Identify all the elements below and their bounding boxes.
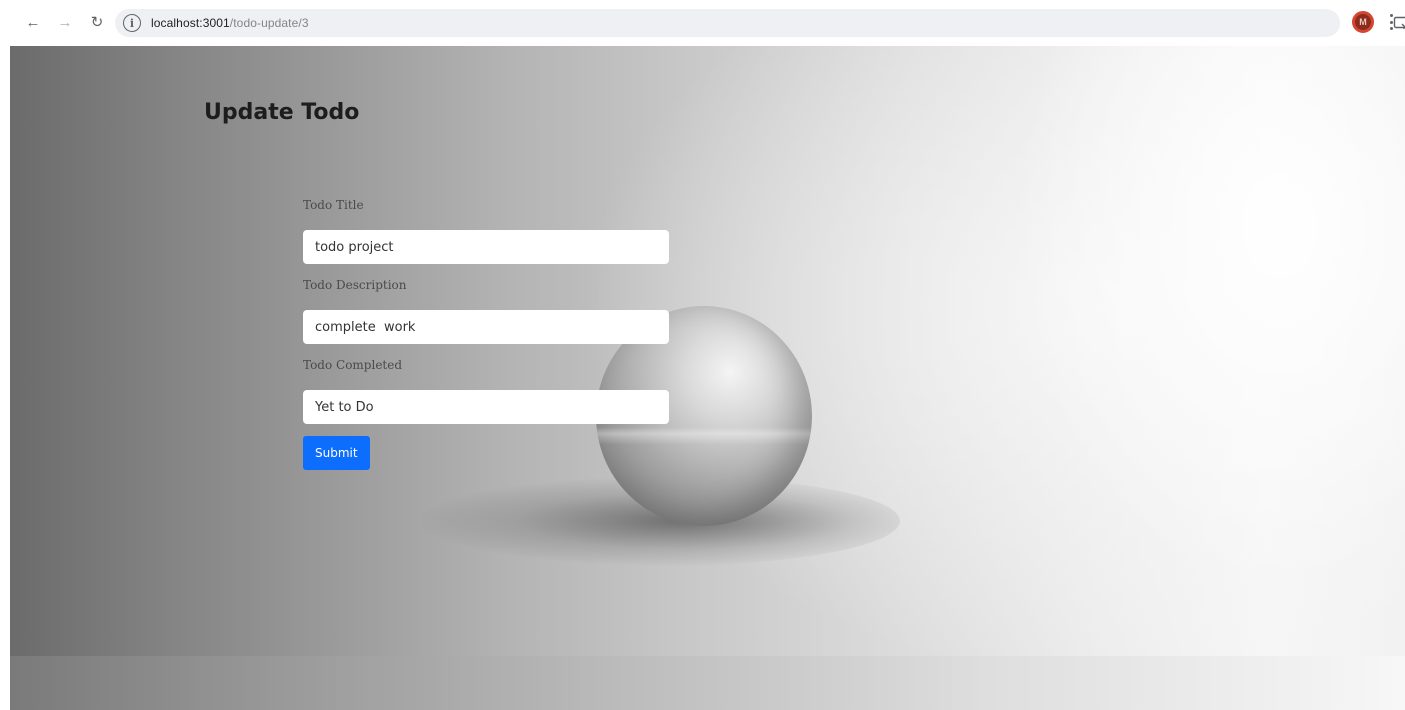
reload-button[interactable]: ↻ [86, 11, 108, 33]
page-viewport: Update Todo Todo Title Todo Description … [0, 46, 1405, 710]
profile-avatar[interactable]: M [1352, 11, 1374, 33]
todo-description-input[interactable] [303, 310, 669, 344]
url-text[interactable]: localhost:3001/todo-update/3 [151, 16, 309, 30]
avatar-initial: M [1359, 17, 1367, 27]
back-button[interactable]: ← [22, 11, 44, 33]
todo-completed-group: Todo Completed [303, 356, 669, 424]
url-host: localhost:3001 [151, 16, 230, 30]
info-icon[interactable]: i [123, 14, 141, 32]
address-bar[interactable]: i localhost:3001/todo-update/3 ☆ [115, 9, 1405, 37]
todo-description-label: Todo Description [303, 278, 407, 292]
todo-title-input[interactable] [303, 230, 669, 264]
todo-description-group: Todo Description [303, 276, 669, 344]
todo-title-group: Todo Title [303, 196, 669, 264]
todo-title-label: Todo Title [303, 198, 364, 212]
page-title: Update Todo [204, 100, 360, 125]
url-path: /todo-update/3 [229, 16, 309, 30]
update-todo-form: Todo Title Todo Description Todo Complet… [303, 196, 669, 470]
todo-completed-label: Todo Completed [303, 358, 403, 372]
todo-completed-input[interactable] [303, 390, 669, 424]
arrow-left-icon: ← [25, 13, 41, 31]
browser-toolbar: ← → ↻ i localhost:3001/todo-update/3 ☆ M [0, 0, 1405, 46]
cast-icon[interactable] [1393, 15, 1405, 31]
reload-icon: ↻ [90, 13, 104, 31]
arrow-right-icon: → [57, 13, 73, 31]
forward-button[interactable]: → [54, 11, 76, 33]
background-floor [10, 656, 1405, 710]
submit-button[interactable]: Submit [303, 436, 370, 470]
kebab-menu-icon[interactable] [1388, 12, 1394, 32]
